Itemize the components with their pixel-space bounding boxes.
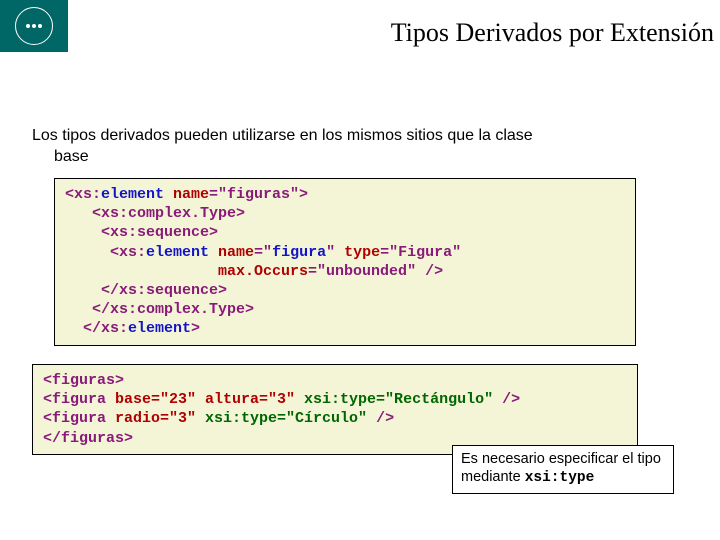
code-tok: </figuras> [43, 430, 133, 447]
xml-code-box: <figuras> <figura base="23" altura="3" x… [32, 364, 638, 455]
code-tok: <xs:complex.Type> [65, 205, 245, 222]
note-callout: Es necesario especificar el tipo mediant… [452, 445, 674, 494]
code-tok: </xs: [65, 320, 128, 337]
code-tok: </xs:complex.Type> [65, 301, 254, 318]
schema-code-box: <xs:element name="figuras"> <xs:complex.… [54, 178, 636, 346]
note-code: xsi:type [525, 470, 595, 486]
intro-line-1: Los tipos derivados pueden utilizarse en… [32, 127, 533, 144]
code-tok: max.Occurs [65, 263, 308, 280]
code-tok: ="figuras"> [209, 186, 308, 203]
code-tok: type [344, 244, 380, 261]
code-tok: ="Figura" [380, 244, 461, 261]
logo-badge [0, 0, 68, 52]
code-tok: element [128, 320, 191, 337]
code-tok: element [101, 186, 164, 203]
code-tok: " [326, 244, 344, 261]
code-tok: base="23" altura="3" [115, 391, 304, 408]
code-tok: xsi:type="Círculo" [205, 410, 367, 427]
code-tok: <xs: [65, 244, 146, 261]
page-title: Tipos Derivados por Extensión [391, 18, 714, 48]
logo-dots [26, 24, 42, 28]
intro-text: Los tipos derivados pueden utilizarse en… [32, 126, 690, 168]
code-tok: <figura [43, 410, 115, 427]
code-tok: radio="3" [115, 410, 205, 427]
code-tok: > [191, 320, 200, 337]
code-tok: /> [367, 410, 394, 427]
code-tok: <xs: [65, 186, 101, 203]
code-tok: <figura [43, 391, 115, 408]
code-tok: ="unbounded" /> [308, 263, 443, 280]
code-tok: element [146, 244, 209, 261]
code-tok: name [164, 186, 209, 203]
code-tok: xsi:type="Rectángulo" [304, 391, 493, 408]
code-tok: figura [272, 244, 326, 261]
code-tok: /> [493, 391, 520, 408]
code-tok: name [209, 244, 254, 261]
code-tok: </xs:sequence> [65, 282, 227, 299]
logo-circle [15, 7, 53, 45]
code-tok: <xs:sequence> [65, 224, 218, 241]
intro-line-2: base [54, 148, 89, 165]
code-tok: =" [254, 244, 272, 261]
code-tok: <figuras> [43, 372, 124, 389]
